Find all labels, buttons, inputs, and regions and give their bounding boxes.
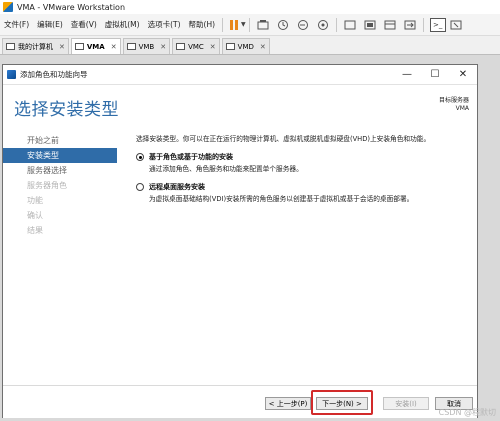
tab-vma[interactable]: VMA ✕ xyxy=(70,38,121,54)
wizard-steps: 开始之前 安装类型 服务器选择 服务器角色 功能 确认 结果 xyxy=(3,133,117,238)
destination-server: 目标服务器 VMA xyxy=(439,97,469,113)
install-button: 安装(I) xyxy=(383,397,429,410)
toolbar-divider xyxy=(335,17,337,32)
tab-bar: 我的计算机 ✕ VMA ✕ VMB ✕ VMC ✕ VMD ✕ xyxy=(0,36,500,55)
pause-icon[interactable] xyxy=(230,19,239,30)
close-icon[interactable]: ✕ xyxy=(59,43,65,51)
tab-label: VMC xyxy=(188,42,204,51)
radio-remote-desktop[interactable] xyxy=(136,183,144,191)
menu-file[interactable]: 文件(F) xyxy=(0,19,33,30)
tab-vmd[interactable]: VMD ✕ xyxy=(221,38,270,54)
next-button[interactable]: 下一步(N) > xyxy=(316,397,368,410)
wizard-body: 开始之前 安装类型 服务器选择 服务器角色 功能 确认 结果 选择安装类型。你可… xyxy=(3,127,477,385)
step-installation-type[interactable]: 安装类型 xyxy=(3,148,117,163)
server-manager-icon xyxy=(7,70,16,79)
terminal-icon[interactable]: >_ xyxy=(429,17,446,32)
vm-icon xyxy=(126,43,136,50)
option-description: 通过添加角色、角色服务和功能来配置单个服务器。 xyxy=(149,165,303,173)
wizard-content: 选择安装类型。你可以在正在运行的物理计算机、虚拟机或脱机虚拟硬盘(VHD)上安装… xyxy=(136,133,472,203)
tab-label: VMA xyxy=(86,42,105,51)
add-roles-wizard: 添加角色和功能向导 — ☐ ✕ 选择安装类型 目标服务器 VMA 开始之前 安装… xyxy=(2,64,478,418)
view-console-icon[interactable] xyxy=(342,17,358,33)
toolbar-divider xyxy=(422,17,424,32)
close-icon[interactable]: ✕ xyxy=(111,43,117,51)
destination-value: VMA xyxy=(455,105,469,112)
step-confirmation: 确认 xyxy=(27,211,43,220)
option-role-based[interactable]: 基于角色或基于功能的安装 通过添加角色、角色服务和功能来配置单个服务器。 xyxy=(136,152,472,173)
menu-vm[interactable]: 虚拟机(M) xyxy=(101,19,144,30)
menu-help[interactable]: 帮助(H) xyxy=(185,19,220,30)
option-description: 为虚拟桌面基础结构(VDI)安装所需的角色服务以创建基于虚拟机或基于会话的桌面部… xyxy=(149,195,414,203)
step-server-selection[interactable]: 服务器选择 xyxy=(3,163,117,178)
send-ctrl-alt-del-icon[interactable] xyxy=(255,17,271,33)
toolbar-divider xyxy=(248,17,250,32)
close-icon[interactable]: ✕ xyxy=(160,43,166,51)
computer-icon xyxy=(6,43,15,50)
step-results: 结果 xyxy=(27,226,43,235)
page-description: 选择安装类型。你可以在正在运行的物理计算机、虚拟机或脱机虚拟硬盘(VHD)上安装… xyxy=(136,135,431,143)
step-before-you-begin[interactable]: 开始之前 xyxy=(3,133,117,148)
snapshot-icon[interactable] xyxy=(275,17,291,33)
previous-button[interactable]: < 上一步(P) xyxy=(265,397,311,410)
vm-icon xyxy=(225,43,235,50)
app-title: VMA - VMware Workstation xyxy=(17,2,126,12)
tab-label: VMD xyxy=(237,42,254,51)
step-server-roles: 服务器角色 xyxy=(27,181,67,190)
option-title: 基于角色或基于功能的安装 xyxy=(149,153,233,161)
menu-view[interactable]: 查看(V) xyxy=(67,19,101,30)
destination-label: 目标服务器 xyxy=(438,97,469,104)
page-title: 选择安装类型 xyxy=(14,100,119,120)
menu-tabs[interactable]: 选项卡(T) xyxy=(144,19,185,30)
autofit-icon[interactable] xyxy=(448,17,464,33)
stretch-icon[interactable] xyxy=(402,17,418,33)
maximize-icon[interactable]: ☐ xyxy=(421,65,449,85)
minimize-icon[interactable]: — xyxy=(393,65,421,85)
wizard-header: 选择安装类型 目标服务器 VMA xyxy=(3,85,477,123)
radio-role-based[interactable] xyxy=(136,153,144,161)
wizard-footer: < 上一步(P) 下一步(N) > 安装(I) 取消 xyxy=(3,385,477,418)
chevron-down-icon[interactable]: ▼ xyxy=(241,21,246,28)
vm-icon xyxy=(74,43,84,50)
fullscreen-icon[interactable] xyxy=(362,17,378,33)
tab-vmc[interactable]: VMC ✕ xyxy=(172,38,220,54)
close-icon[interactable]: ✕ xyxy=(210,43,216,51)
menu-edit[interactable]: 编辑(E) xyxy=(33,19,67,30)
menubar: 文件(F) 编辑(E) 查看(V) 虚拟机(M) 选项卡(T) 帮助(H) ▼ … xyxy=(0,14,500,36)
vmware-logo-icon xyxy=(3,2,13,12)
wizard-titlebar: 添加角色和功能向导 — ☐ ✕ xyxy=(3,65,477,85)
close-icon[interactable]: ✕ xyxy=(449,65,477,85)
snapshot-manager-icon[interactable] xyxy=(315,17,331,33)
tab-label: 我的计算机 xyxy=(18,42,53,51)
toolbar-divider xyxy=(222,17,224,32)
close-icon[interactable]: ✕ xyxy=(260,43,266,51)
unity-icon[interactable] xyxy=(382,17,398,33)
tab-label: VMB xyxy=(138,42,155,51)
step-features: 功能 xyxy=(27,196,43,205)
tab-my-computer[interactable]: 我的计算机 ✕ xyxy=(2,38,69,54)
watermark: CSDN @程默切 xyxy=(438,408,496,417)
revert-snapshot-icon[interactable] xyxy=(295,17,311,33)
option-remote-desktop[interactable]: 远程桌面服务安装 为虚拟桌面基础结构(VDI)安装所需的角色服务以创建基于虚拟机… xyxy=(136,182,472,203)
tab-vmb[interactable]: VMB ✕ xyxy=(122,38,171,54)
vm-icon xyxy=(176,43,186,50)
app-titlebar: VMA - VMware Workstation xyxy=(0,0,500,14)
wizard-window-title: 添加角色和功能向导 xyxy=(20,70,88,79)
option-title: 远程桌面服务安装 xyxy=(149,183,205,191)
